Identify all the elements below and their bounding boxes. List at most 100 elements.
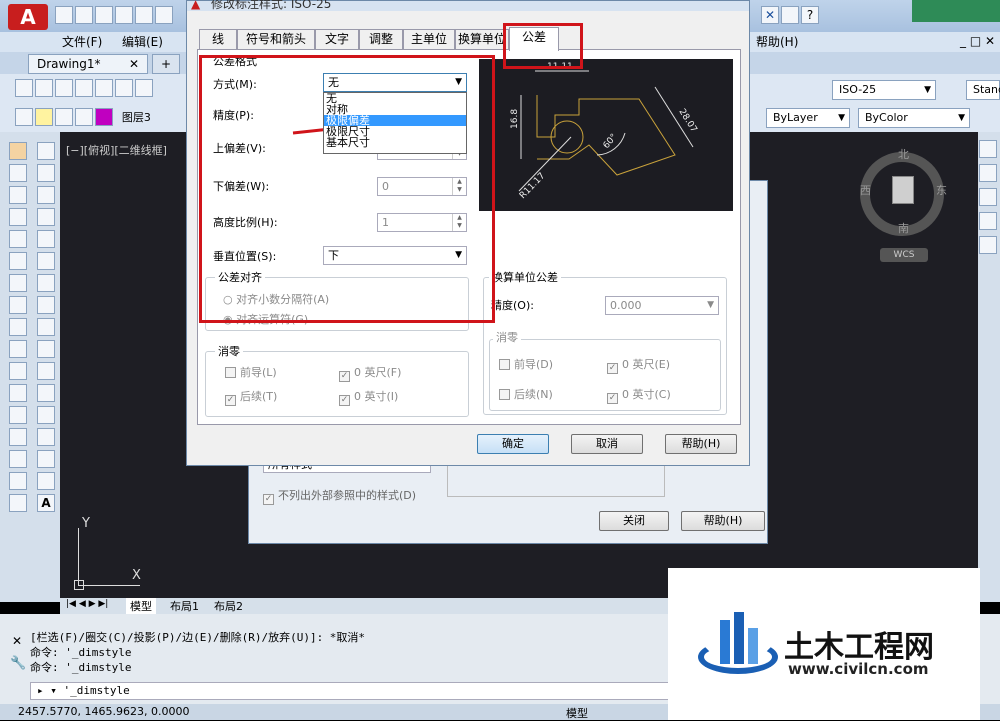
dim-linear-icon[interactable] [979,140,997,158]
inches-checkbox[interactable]: ✓ 0 英寸(I) [339,390,398,406]
break-icon[interactable] [9,340,27,358]
undo-icon[interactable] [155,6,173,24]
cancel-button[interactable]: 取消 [571,434,643,454]
circle-icon[interactable] [37,274,55,292]
erase-icon[interactable] [9,494,27,512]
close-icon[interactable]: ✕ [12,634,22,648]
copy-icon[interactable] [9,472,27,490]
revcloud-icon[interactable] [37,296,55,314]
layer-name[interactable]: 图层3 [122,111,151,124]
status-model[interactable]: 模型 [566,705,588,721]
hatch-icon[interactable] [37,450,55,468]
color-combo[interactable]: ByColor ▼ [858,108,970,128]
save-icon[interactable] [95,6,113,24]
qopen-icon[interactable] [35,79,53,97]
alt-feet-checkbox[interactable]: ✓ 0 英尺(E) [607,358,670,374]
viewcube-face[interactable] [892,176,914,204]
leading-checkbox[interactable]: 前导(L) [225,366,277,380]
tab-tolerances[interactable]: 公差 [509,27,559,51]
dim-radius-icon[interactable] [979,236,997,254]
color-swatch-icon[interactable] [95,108,113,126]
sun-icon[interactable] [55,108,73,126]
dimstyle-combo[interactable]: ISO-25 ▼ [832,80,936,100]
tab-model[interactable]: 模型 [126,598,156,614]
alt-inches-checkbox[interactable]: ✓ 0 英寸(C) [607,388,671,404]
help-button[interactable]: 帮助(H) [665,434,737,454]
tab-primary-units[interactable]: 主单位 [403,29,455,49]
mtext-icon[interactable]: A [37,494,55,512]
print-icon[interactable] [135,6,153,24]
close-button[interactable]: 关闭 [599,511,669,531]
scale-icon[interactable] [9,252,27,270]
alt-trailing-checkbox[interactable]: 后续(N) [499,388,553,402]
exchange-icon[interactable]: ✕ [761,6,779,24]
dim-ordinate-icon[interactable] [979,212,997,230]
rotate-icon[interactable] [9,230,27,248]
saveas-icon[interactable] [115,6,133,24]
tab-text[interactable]: 文字 [315,29,359,49]
publish-icon[interactable] [115,79,133,97]
polyline-icon[interactable] [37,186,55,204]
lock-icon[interactable] [75,108,93,126]
help-icon[interactable]: ? [801,6,819,24]
join-icon[interactable] [9,362,27,380]
offset-icon[interactable] [9,450,27,468]
new-icon[interactable] [55,6,73,24]
hide-xref-checkbox[interactable]: ✓ 不列出外部参照中的样式(D) [263,487,416,505]
point-icon[interactable] [37,428,55,446]
render-icon[interactable] [135,79,153,97]
tab-symbols-arrows[interactable]: 符号和箭头 [237,29,315,49]
mirror-icon[interactable] [9,186,27,204]
xline-icon[interactable] [37,164,55,182]
autocad-logo-icon[interactable]: A [8,4,48,30]
restore-icon[interactable]: _ □ ✕ [960,34,995,48]
chamfer-icon[interactable] [9,384,27,402]
explode-icon[interactable] [9,428,27,446]
plot-icon[interactable] [75,79,93,97]
wrench-icon[interactable]: 🔧 [10,656,26,671]
ellipse-arc-icon[interactable] [37,362,55,380]
arc-icon[interactable] [37,252,55,270]
rectangle-icon[interactable] [37,230,55,248]
method-dropdown-list[interactable]: 无 对称 极限偏差 极限尺寸 基本尺寸 [323,92,467,154]
document-tab[interactable]: Drawing1* ✕ [28,54,148,74]
polygon-icon[interactable] [37,208,55,226]
ok-button[interactable]: 确定 [477,434,549,454]
spline-icon[interactable] [37,318,55,336]
manager-help-button[interactable]: 帮助(H) [681,511,765,531]
close-icon[interactable]: ✕ [129,55,139,73]
user-icon[interactable] [781,6,799,24]
open-icon[interactable] [75,6,93,24]
menu-file[interactable]: 文件(F) [62,32,102,52]
line-icon[interactable] [37,142,55,160]
tab-layout2[interactable]: 布局2 [214,598,243,614]
make-block-icon[interactable] [37,406,55,424]
menu-edit[interactable]: 编辑(E) [122,32,163,52]
fillet-icon[interactable] [9,406,27,424]
dim-arc-icon[interactable] [979,188,997,206]
alt-leading-checkbox[interactable]: 前导(D) [499,358,553,372]
tab-lines[interactable]: 线 [199,29,237,49]
qsave-icon[interactable] [55,79,73,97]
ellipse-icon[interactable] [37,340,55,358]
layer-props-icon[interactable] [15,108,33,126]
command-input[interactable]: ▸ ▾ '_dimstyle [30,682,670,700]
viewport-label[interactable]: [−][俯视][二维线框] [66,142,167,158]
nav-arrows[interactable]: |◀ ◀ ▶ ▶| [66,599,108,609]
stretch-icon[interactable] [9,274,27,292]
bulb-icon[interactable] [35,108,53,126]
preview-icon[interactable] [95,79,113,97]
qnew-icon[interactable] [15,79,33,97]
insert-block-icon[interactable] [37,384,55,402]
wcs-button[interactable]: WCS [880,248,928,262]
table-icon[interactable] [37,472,55,490]
tab-fit[interactable]: 调整 [359,29,403,49]
trailing-checkbox[interactable]: ✓ 后续(T) [225,390,277,406]
linetype-combo[interactable]: ByLayer ▼ [766,108,850,128]
tablestyle-combo[interactable]: Stanc [966,80,1000,100]
option-basic[interactable]: 基本尺寸 [324,137,466,148]
move-icon[interactable] [9,164,27,182]
array-icon[interactable] [9,208,27,226]
dim-aligned-icon[interactable] [979,164,997,182]
tab-alternate-units[interactable]: 换算单位 [455,29,509,49]
